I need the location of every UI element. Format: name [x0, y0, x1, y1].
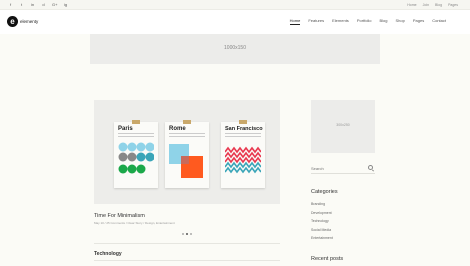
post-title[interactable]: Time For Minimalism	[94, 213, 145, 219]
category-technology[interactable]: Technology	[311, 218, 333, 227]
site-header: e elementy Home Features Elements Portfo…	[0, 10, 470, 34]
category-entertainment[interactable]: Entertainment	[311, 235, 333, 244]
poster-title: San Francisco	[225, 126, 263, 132]
poster-lines	[118, 133, 154, 137]
zigzag-graphic	[225, 146, 261, 174]
top-bar: f t in d G+ ig Home Join Blog Pages	[0, 0, 470, 10]
logo[interactable]: e elementy	[7, 16, 38, 27]
poster-lines	[169, 133, 205, 137]
nav-item-home[interactable]: Home	[289, 18, 301, 25]
section-title: Technology	[94, 251, 122, 257]
nav-item-portfolio[interactable]: Portfolio	[357, 18, 372, 25]
poster-title: Rome	[169, 126, 186, 132]
search-input[interactable]	[311, 164, 365, 172]
slider-dot[interactable]	[190, 233, 192, 235]
nav-item-pages[interactable]: Pages	[413, 18, 424, 25]
top-link-home[interactable]: Home	[407, 2, 416, 8]
main-nav: Home Features Elements Portfolio Blog Sh…	[289, 18, 446, 25]
post-image-slider[interactable]: Paris Rome San Francisco	[94, 100, 280, 204]
category-social-media[interactable]: Social Media	[311, 227, 333, 236]
top-link-join[interactable]: Join	[423, 2, 429, 8]
category-branding[interactable]: Branding	[311, 201, 333, 210]
search-icon[interactable]	[368, 165, 373, 170]
category-development[interactable]: Development	[311, 210, 333, 219]
binder-clip-icon	[183, 120, 191, 124]
poster-paris: Paris	[114, 120, 158, 188]
instagram-icon[interactable]: ig	[63, 2, 68, 8]
poster-lines	[225, 133, 261, 137]
nav-item-blog[interactable]: Blog	[380, 18, 388, 25]
linkedin-icon[interactable]: in	[30, 2, 35, 8]
banner-placeholder: 1000x150	[90, 34, 380, 64]
squares-graphic	[169, 144, 203, 178]
top-link-blog[interactable]: Blog	[435, 2, 442, 8]
poster-rome: Rome	[165, 120, 209, 188]
recent-posts-title: Recent posts	[311, 256, 344, 262]
social-links: f t in d G+ ig	[8, 2, 68, 8]
top-links: Home Join Blog Pages	[407, 2, 458, 8]
ad-label: 300x250	[336, 123, 350, 127]
sidebar-ad-placeholder: 300x250	[311, 100, 375, 153]
dribbble-icon[interactable]: d	[41, 2, 46, 8]
divider	[94, 243, 280, 244]
banner-label: 1000x150	[224, 45, 246, 51]
categories-title: Categories	[311, 189, 338, 195]
poster-san-francisco: San Francisco	[221, 120, 265, 188]
logo-mark-icon: e	[7, 16, 18, 27]
binder-clip-icon	[132, 120, 140, 124]
divider	[94, 260, 280, 261]
nav-item-shop[interactable]: Shop	[396, 18, 405, 25]
circle-grid-graphic	[118, 142, 154, 174]
top-link-pages[interactable]: Pages	[448, 2, 458, 8]
slider-dot[interactable]	[182, 233, 184, 235]
sidebar-search	[311, 162, 375, 174]
nav-item-elements[interactable]: Elements	[332, 18, 349, 25]
poster-title: Paris	[118, 126, 133, 132]
facebook-icon[interactable]: f	[8, 2, 13, 8]
post-meta: May 10 / 25 Comments / Clear Story / Des…	[94, 221, 175, 225]
slider-dots	[182, 233, 192, 235]
google-plus-icon[interactable]: G+	[52, 2, 57, 8]
categories-list: Branding Development Technology Social M…	[311, 201, 333, 244]
binder-clip-icon	[239, 120, 247, 124]
logo-text: elementy	[20, 19, 39, 24]
nav-item-contact[interactable]: Contact	[432, 18, 446, 25]
twitter-icon[interactable]: t	[19, 2, 24, 8]
nav-item-features[interactable]: Features	[308, 18, 324, 25]
slider-dot-active[interactable]	[186, 233, 188, 235]
